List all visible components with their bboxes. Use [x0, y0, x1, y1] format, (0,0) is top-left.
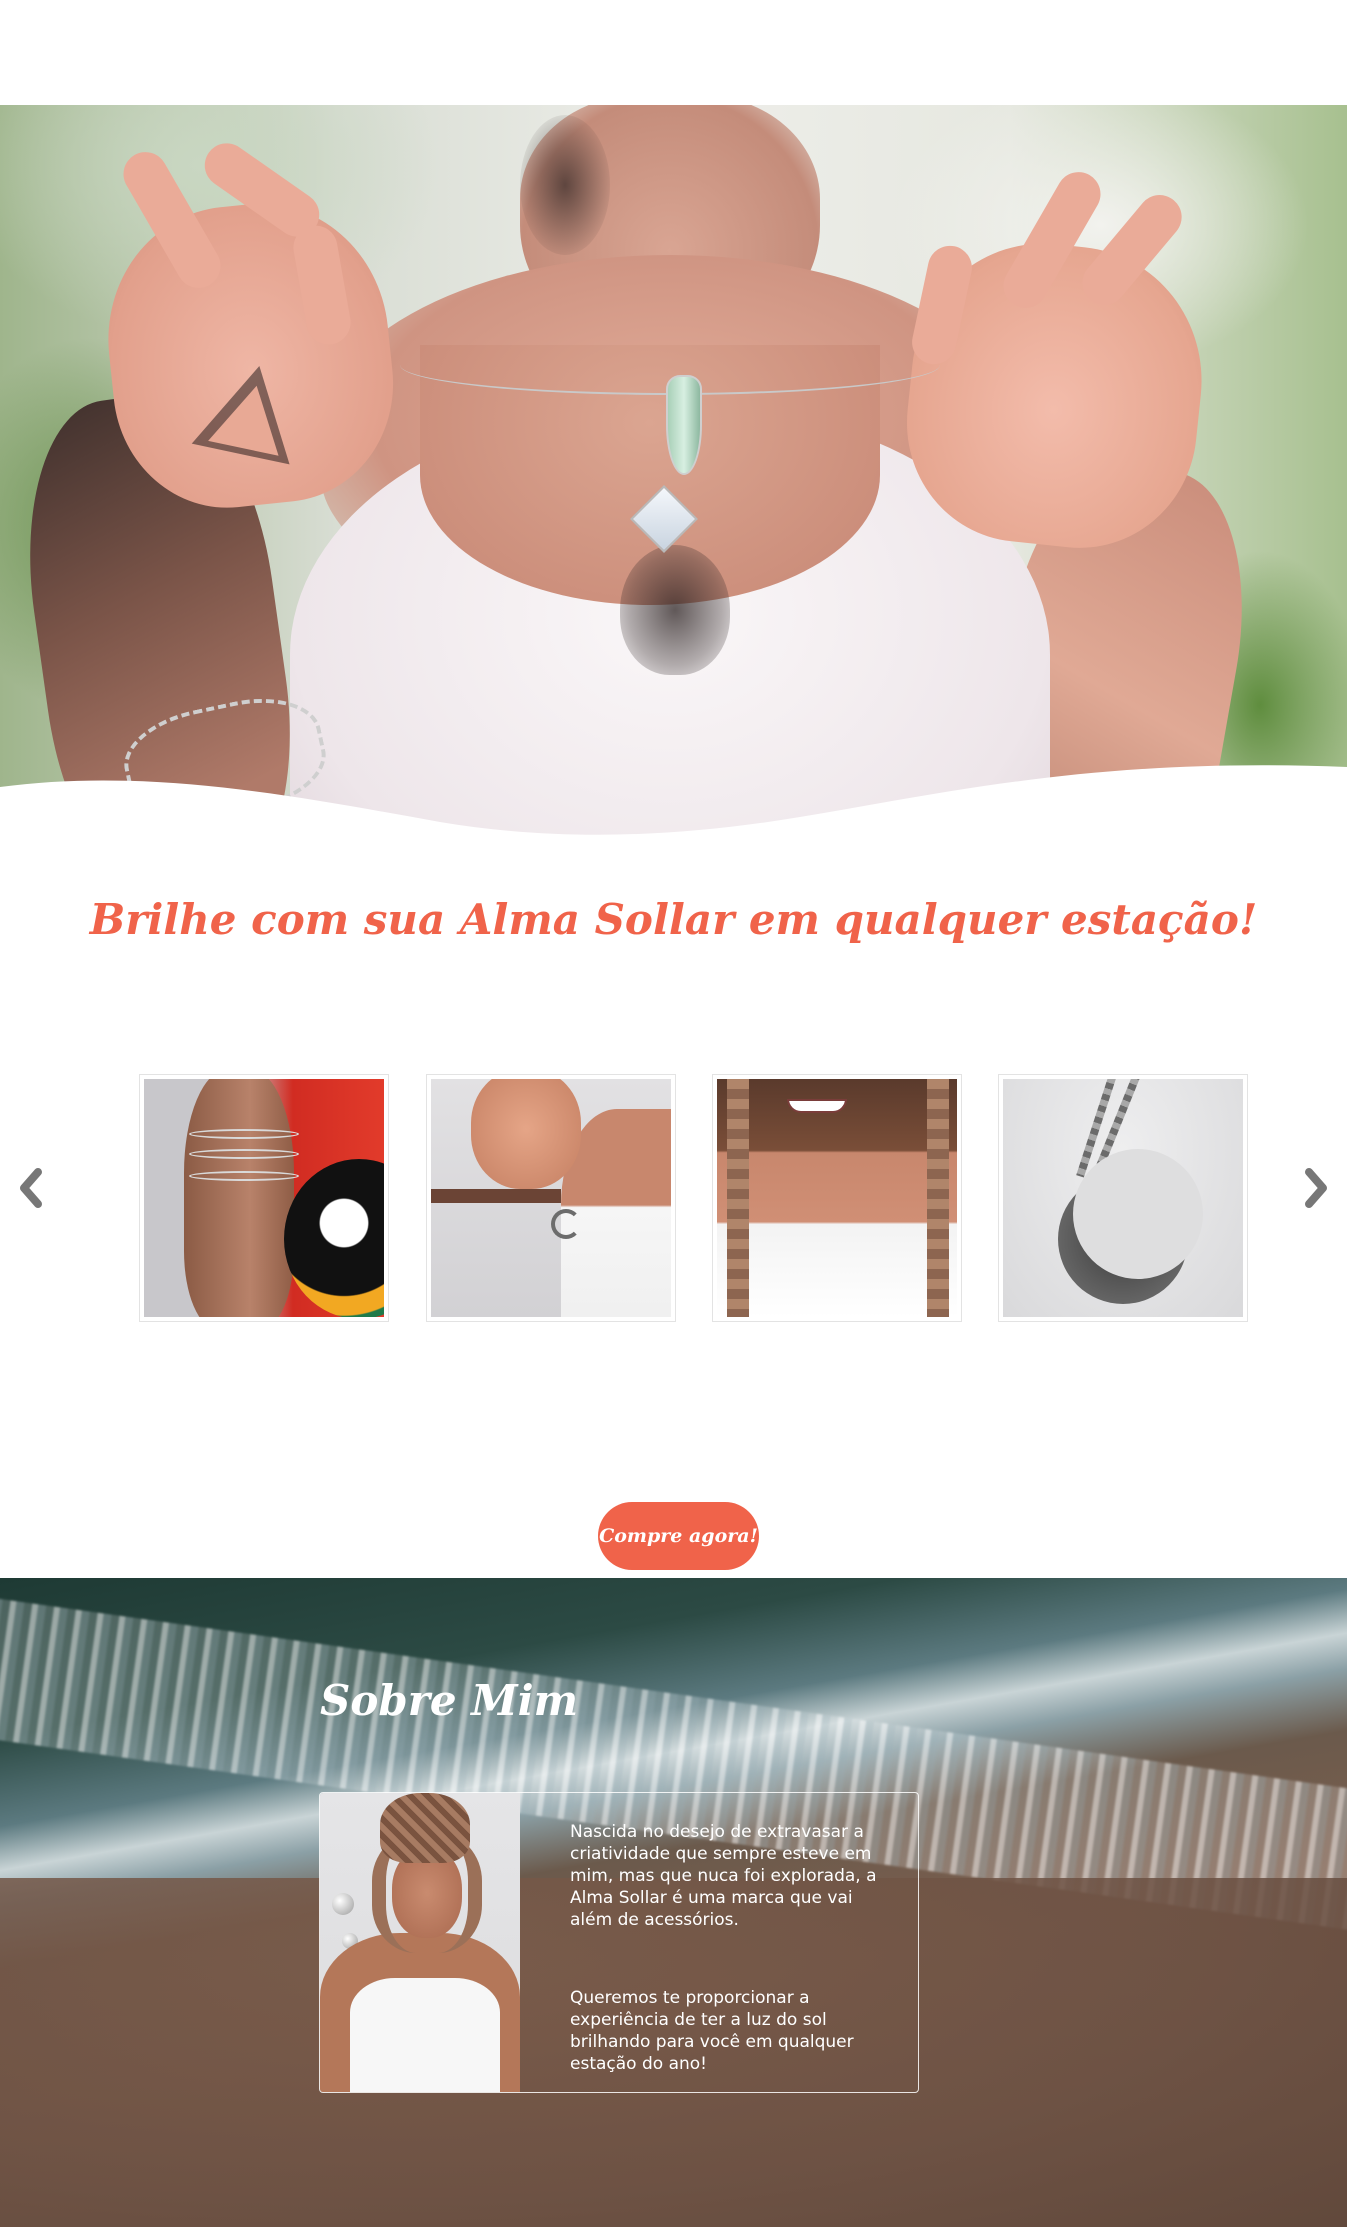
carousel-item-moon-pendant[interactable] — [998, 1074, 1248, 1322]
product-image — [431, 1079, 671, 1317]
tagline-heading: Brilhe com sua Alma Sollar em qualquer e… — [89, 895, 1258, 944]
hero-image-crystal-pendant — [666, 375, 702, 475]
about-card: Nascida no desejo de extravasar a criati… — [319, 1792, 919, 2093]
product-image — [717, 1079, 957, 1317]
about-paragraph-2: Queremos te proporcionar a experiência d… — [570, 1988, 854, 2074]
chevron-left-icon — [20, 1168, 42, 1208]
hero-wave-divider — [0, 765, 1347, 847]
product-image — [144, 1079, 384, 1317]
about-text: Nascida no desejo de extravasar a criati… — [570, 1821, 890, 2075]
carousel-item-bracelets[interactable] — [139, 1074, 389, 1322]
hero-image-chest-tattoo — [620, 545, 730, 675]
hero-banner — [0, 105, 1347, 847]
carousel-item-moon-necklace-hand[interactable] — [426, 1074, 676, 1322]
about-section: Sobre Mim Nascida no desejo de extravasa… — [0, 1578, 1347, 2227]
about-title: Sobre Mim — [320, 1676, 579, 1725]
about-paragraph-1: Nascida no desejo de extravasar a criati… — [570, 1822, 877, 1930]
carousel-item-necklaces-model[interactable] — [712, 1074, 962, 1322]
carousel-prev-button[interactable] — [10, 1163, 50, 1213]
shop-now-button[interactable]: Compre agora! — [598, 1502, 759, 1570]
hero-image-neck-tattoo — [520, 115, 610, 255]
carousel-next-button[interactable] — [1297, 1163, 1337, 1213]
chevron-right-icon — [1305, 1168, 1327, 1208]
product-image — [1003, 1079, 1243, 1317]
about-photo — [320, 1793, 520, 2092]
